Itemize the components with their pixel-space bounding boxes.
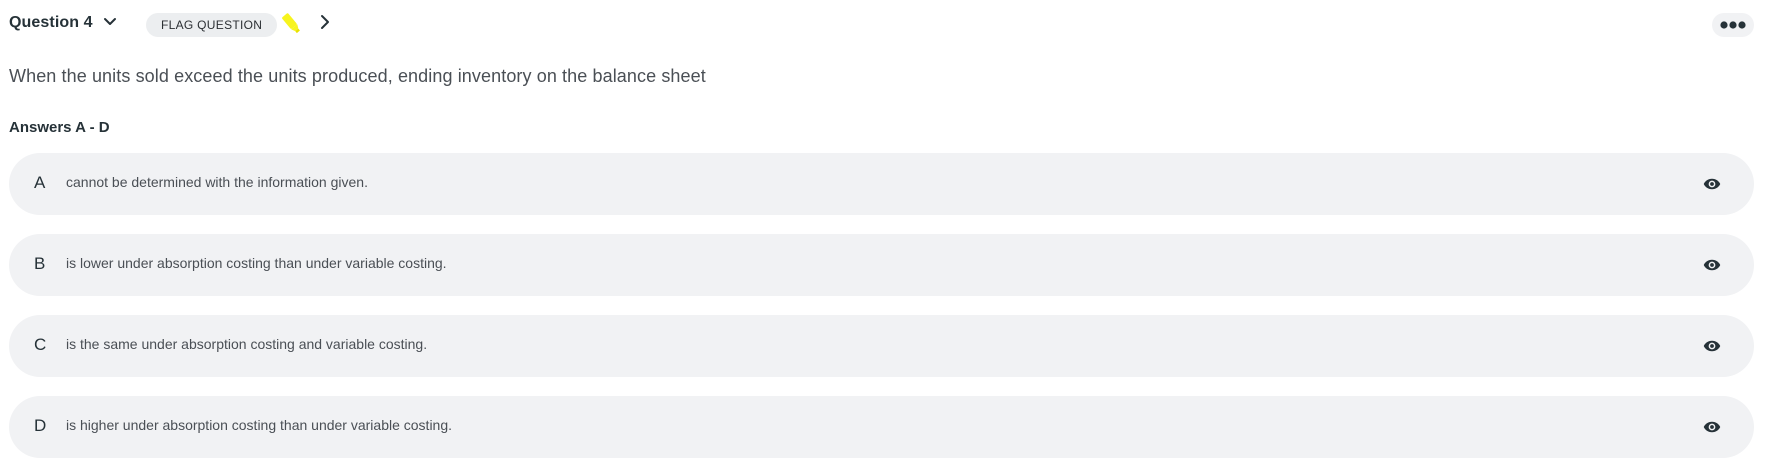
answer-letter: B [34,254,46,273]
answer-letter: A [34,173,46,192]
chevron-right-icon[interactable] [315,11,335,33]
answer-text: is lower under absorption costing than u… [66,255,447,271]
eye-icon[interactable] [1703,337,1721,355]
answer-text: cannot be determined with the informatio… [66,174,368,190]
more-options-button[interactable] [1712,13,1754,37]
question-text: When the units sold exceed the units pro… [9,66,706,86]
eye-icon[interactable] [1703,418,1721,436]
eye-icon[interactable] [1703,175,1721,193]
chevron-down-icon[interactable] [100,12,120,32]
eye-icon[interactable] [1703,256,1721,274]
answer-option-b[interactable]: B is lower under absorption costing than… [9,234,1754,296]
answer-letter: D [34,416,47,435]
more-horizontal-icon [1720,21,1746,29]
flag-question-button[interactable]: FLAG QUESTION [146,13,278,37]
highlighter-icon[interactable] [278,10,304,36]
answer-option-d[interactable]: D is higher under absorption costing tha… [9,396,1754,458]
answers-heading: Answers A - D [9,119,110,136]
answer-option-c[interactable]: C is the same under absorption costing a… [9,315,1754,377]
question-header: Question 4 FLAG QUESTION [0,0,1778,48]
answer-text: is the same under absorption costing and… [66,336,428,352]
question-page: Question 4 FLAG QUESTION When the units … [0,0,1778,476]
question-number: Question 4 [9,14,93,31]
answer-text: is higher under absorption costing than … [66,417,453,433]
answer-option-a[interactable]: A cannot be determined with the informat… [9,153,1754,215]
answer-letter: C [34,335,47,354]
